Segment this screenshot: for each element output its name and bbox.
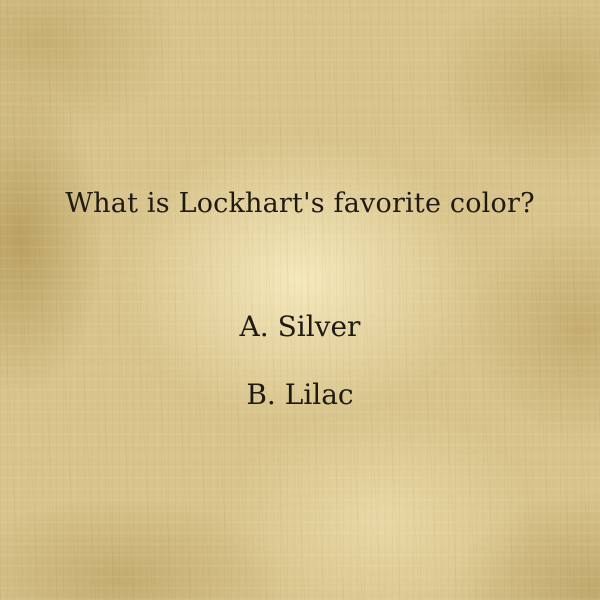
answer-option-a: A. Silver — [239, 310, 361, 343]
parchment-card: What is Lockhart's favorite color? A. Si… — [0, 0, 600, 600]
answer-option-b: B. Lilac — [246, 378, 354, 411]
parchment-texture — [0, 0, 600, 600]
quiz-question: What is Lockhart's favorite color? — [65, 188, 535, 219]
